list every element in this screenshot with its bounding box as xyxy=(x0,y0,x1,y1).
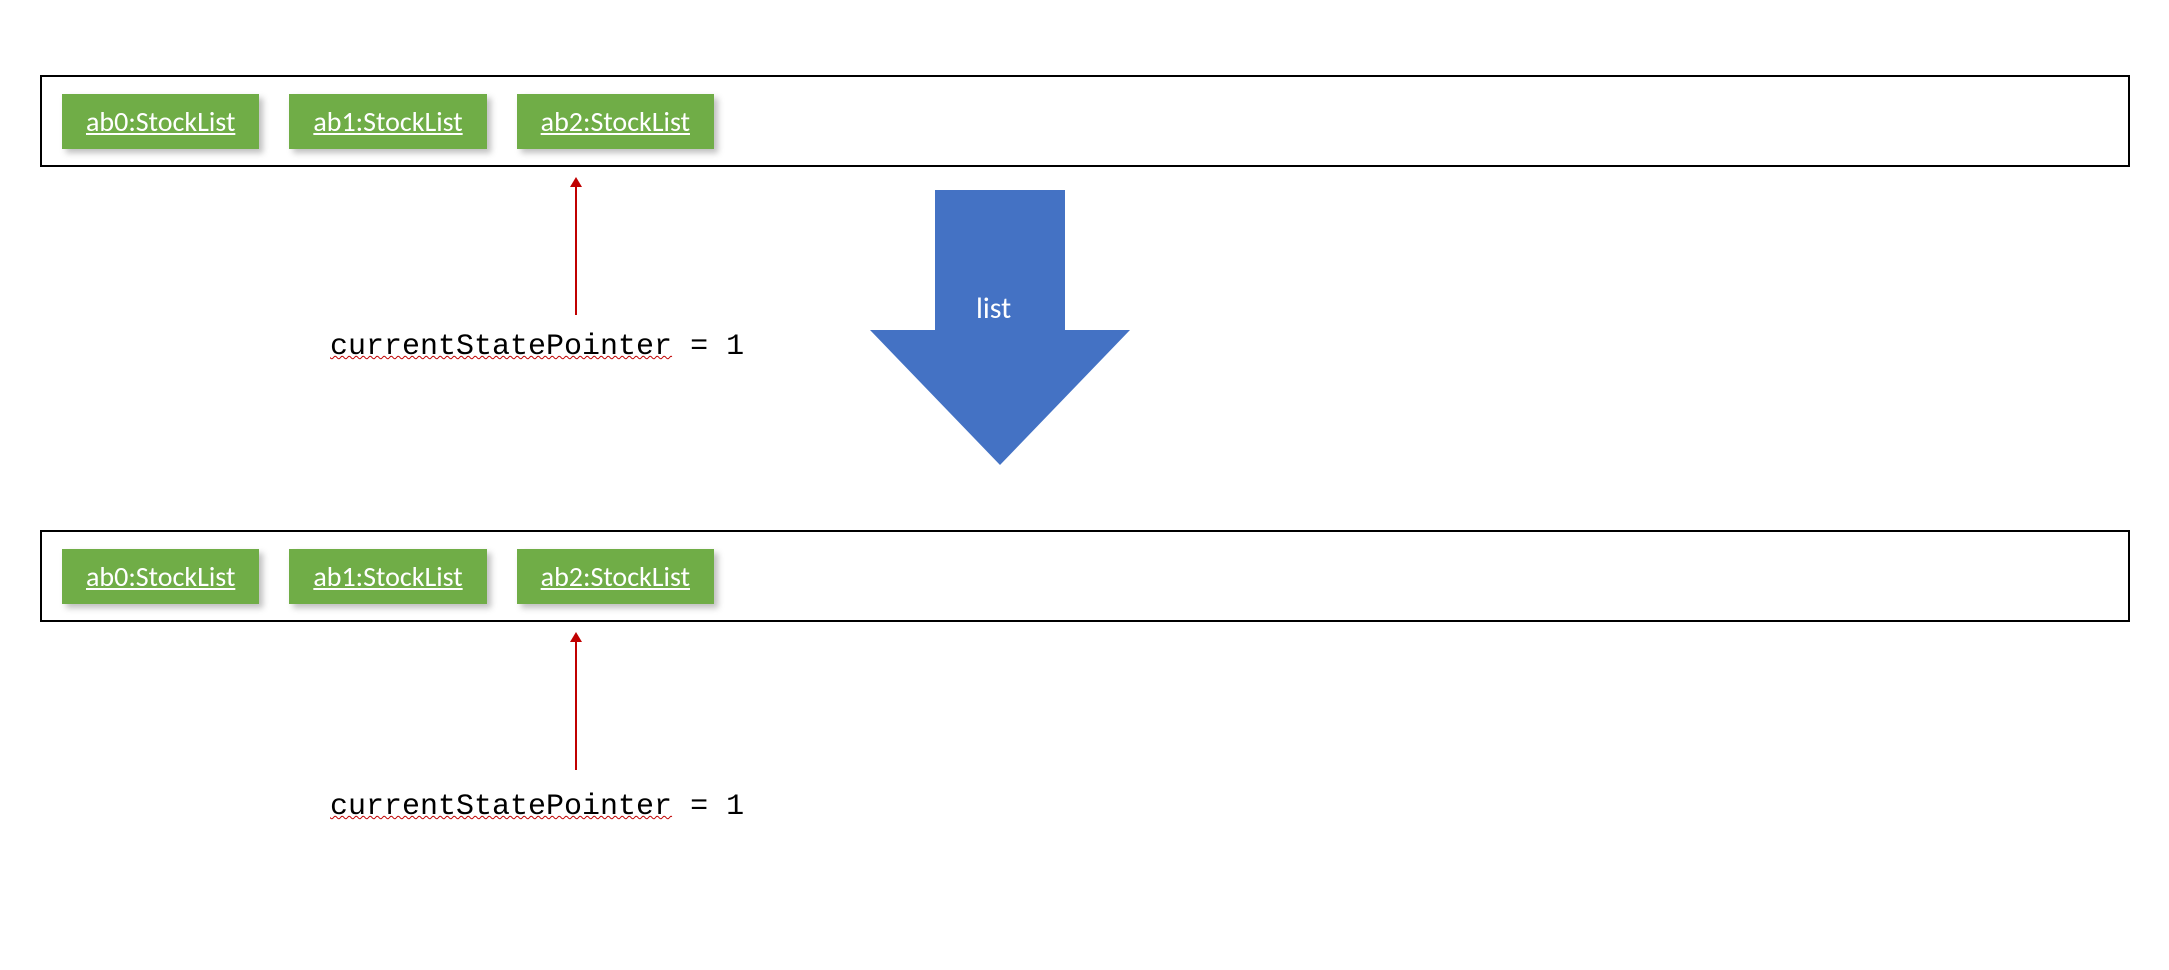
pointer-arrow-top xyxy=(575,185,577,315)
transition-arrow-label: list xyxy=(976,290,1011,327)
pointer-var-name: currentStatePointer xyxy=(330,790,672,824)
pointer-label-bottom: currentStatePointer = 1 xyxy=(330,790,744,824)
transition-arrow xyxy=(870,190,1130,465)
pointer-label-top: currentStatePointer = 1 xyxy=(330,330,744,364)
stock-item: ab2:StockList xyxy=(517,94,714,149)
top-state-container: ab0:StockList ab1:StockList ab2:StockLis… xyxy=(40,75,2130,167)
pointer-var-name: currentStatePointer xyxy=(330,330,672,364)
pointer-var-value: = 1 xyxy=(672,330,744,364)
stock-item: ab1:StockList xyxy=(289,94,486,149)
pointer-arrow-bottom xyxy=(575,640,577,770)
stock-item: ab0:StockList xyxy=(62,94,259,149)
bottom-state-container: ab0:StockList ab1:StockList ab2:StockLis… xyxy=(40,530,2130,622)
pointer-var-value: = 1 xyxy=(672,790,744,824)
stock-item: ab1:StockList xyxy=(289,549,486,604)
stock-item: ab0:StockList xyxy=(62,549,259,604)
stock-item: ab2:StockList xyxy=(517,549,714,604)
